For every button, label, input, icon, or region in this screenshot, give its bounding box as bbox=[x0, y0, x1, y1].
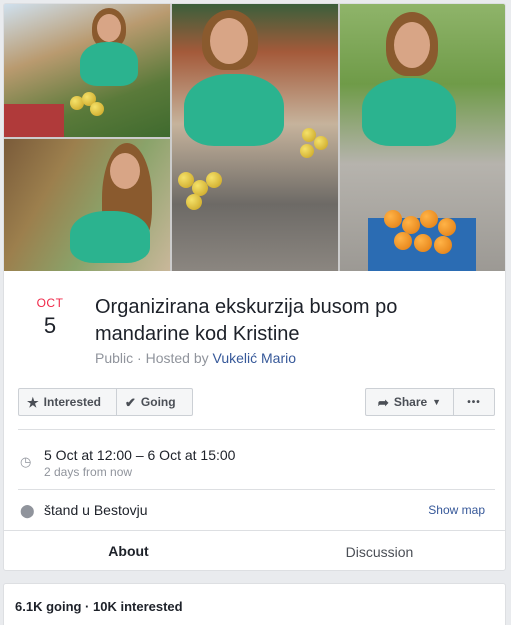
photo-figure-shirt bbox=[80, 42, 138, 86]
photo-crate bbox=[4, 104, 64, 137]
cover-photo-3[interactable] bbox=[172, 4, 338, 271]
cover-photo-collage[interactable] bbox=[4, 4, 505, 271]
event-date: OCT 5 bbox=[24, 296, 76, 339]
fruit bbox=[90, 102, 104, 116]
event-card: OCT 5 Organizirana ekskurzija busom po m… bbox=[3, 3, 506, 571]
event-privacy: Public bbox=[95, 350, 134, 366]
fruit bbox=[414, 234, 432, 252]
photo-figure-head bbox=[110, 153, 140, 189]
photo-figure-head bbox=[210, 18, 248, 64]
photo-figure-shirt bbox=[70, 211, 150, 263]
tab-about[interactable]: About bbox=[8, 531, 249, 570]
event-host-link[interactable]: Vukelić Mario bbox=[213, 350, 297, 366]
clock-icon: ◷ bbox=[20, 454, 32, 469]
fruit bbox=[434, 236, 452, 254]
divider bbox=[18, 429, 495, 430]
event-time[interactable]: 5 Oct at 12:00 – 6 Oct at 15:00 bbox=[44, 447, 235, 463]
share-button[interactable]: ➦ Share ▼ bbox=[365, 388, 454, 416]
photo-figure-head bbox=[97, 14, 121, 42]
photo-figure-head bbox=[394, 22, 430, 68]
fruit bbox=[314, 136, 328, 150]
fruit bbox=[420, 210, 438, 228]
divider bbox=[18, 489, 495, 490]
event-time-relative: 2 days from now bbox=[44, 465, 133, 479]
check-icon: ✔ bbox=[125, 394, 136, 410]
fruit bbox=[438, 218, 456, 236]
guest-stats-card: 6.1K going · 10K interested bbox=[3, 583, 506, 625]
more-icon: ••• bbox=[467, 396, 481, 408]
caret-down-icon: ▼ bbox=[432, 396, 442, 407]
tab-discussion[interactable]: Discussion bbox=[259, 531, 500, 570]
fruit bbox=[384, 210, 402, 228]
fruit bbox=[300, 144, 314, 158]
photo-figure-shirt bbox=[184, 74, 284, 146]
fruit bbox=[206, 172, 222, 188]
more-options-button[interactable]: ••• bbox=[453, 388, 495, 416]
interested-button[interactable]: ★ Interested bbox=[18, 388, 117, 416]
show-map-link[interactable]: Show map bbox=[428, 503, 485, 517]
event-location[interactable]: štand u Bestovju bbox=[44, 502, 148, 518]
photo-figure-shirt bbox=[362, 78, 456, 146]
guest-stats[interactable]: 6.1K going · 10K interested bbox=[15, 599, 183, 614]
star-icon: ★ bbox=[27, 394, 39, 410]
going-button[interactable]: ✔ Going bbox=[116, 388, 193, 416]
share-label: Share bbox=[393, 395, 428, 409]
fruit bbox=[186, 194, 202, 210]
hosted-by-label: · Hosted by bbox=[137, 350, 209, 366]
going-label: Going bbox=[140, 395, 176, 409]
cover-photo-4[interactable] bbox=[340, 4, 505, 271]
cover-photo-1[interactable] bbox=[4, 4, 170, 137]
share-arrow-icon: ➦ bbox=[377, 394, 389, 410]
event-tabs: About Discussion bbox=[4, 530, 505, 570]
cover-photo-2[interactable] bbox=[4, 139, 170, 271]
event-subtitle: Public · Hosted by Vukelić Mario bbox=[95, 350, 296, 366]
interested-label: Interested bbox=[43, 395, 102, 409]
fruit bbox=[394, 232, 412, 250]
event-month: OCT bbox=[36, 296, 64, 310]
location-pin-icon: ⬤ bbox=[20, 503, 35, 518]
event-title: Organizirana ekskurzija busom po mandari… bbox=[95, 296, 398, 345]
event-day: 5 bbox=[43, 313, 57, 338]
